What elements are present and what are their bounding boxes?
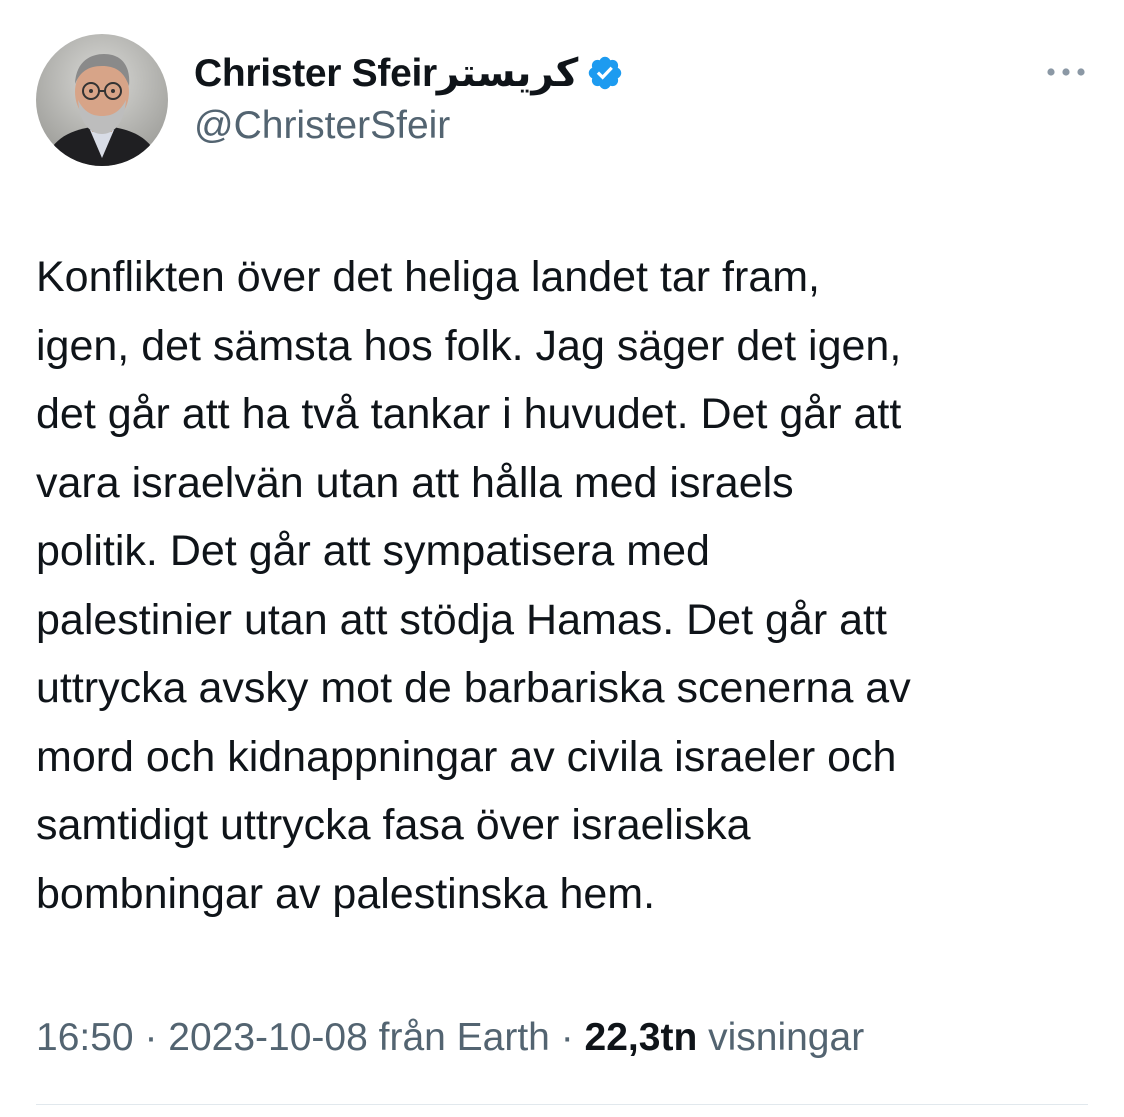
tweet-text: Konflikten över det heliga landet tar fr… (36, 243, 1096, 928)
views-label: visningar (697, 1016, 865, 1059)
tweet-text-line: det går att ha två tankar i huvudet. Det… (36, 390, 902, 438)
tweet-text-line: uttrycka avsky mot de barbariska scenern… (36, 664, 911, 712)
display-name[interactable]: Christer Sfeirكريستر (194, 51, 579, 96)
divider (36, 1104, 1088, 1105)
tweet-date[interactable]: 2023-10-08 (168, 1016, 368, 1059)
tweet-time[interactable]: 16:50 (36, 1016, 134, 1059)
tweet-text-line: mord och kidnappningar av civila israele… (36, 732, 897, 781)
tweet-text-line: palestinier utan att stödja Hamas. Det g… (36, 595, 887, 644)
tweet-text-line: bombningar av palestinska hem. (36, 869, 656, 918)
views-count[interactable]: 22,3tn (585, 1016, 698, 1059)
more-options-icon[interactable] (1042, 60, 1090, 84)
tweet-text-line: igen, det sämsta hos folk. Jag säger det… (36, 321, 902, 370)
tweet-source: från Earth (367, 1016, 550, 1059)
avatar-image (36, 34, 168, 166)
avatar[interactable] (36, 34, 168, 166)
tweet-header: Christer Sfeirكريستر @ChristerSfeir (36, 34, 1096, 174)
tweet-meta: 16:50 · 2023-10-08 från Earth · 22,3tn v… (36, 1016, 864, 1060)
verified-badge-icon[interactable] (586, 54, 624, 92)
display-name-row: Christer Sfeirكريستر (194, 48, 974, 98)
handle[interactable]: @ChristerSfeir (194, 104, 974, 148)
meta-separator: · (549, 1016, 585, 1059)
tweet-text-line: politik. Det går att sympatisera med (36, 527, 710, 575)
tweet-text-line: vara israelvän utan att hålla med israel… (36, 458, 794, 507)
author-block: Christer Sfeirكريستر @ChristerSfeir (194, 48, 974, 148)
tweet-text-line: samtidigt uttrycka fasa över israeliska (36, 801, 751, 849)
meta-separator: · (133, 1016, 169, 1059)
tweet-text-line: Konflikten över det heliga landet tar fr… (36, 253, 820, 301)
